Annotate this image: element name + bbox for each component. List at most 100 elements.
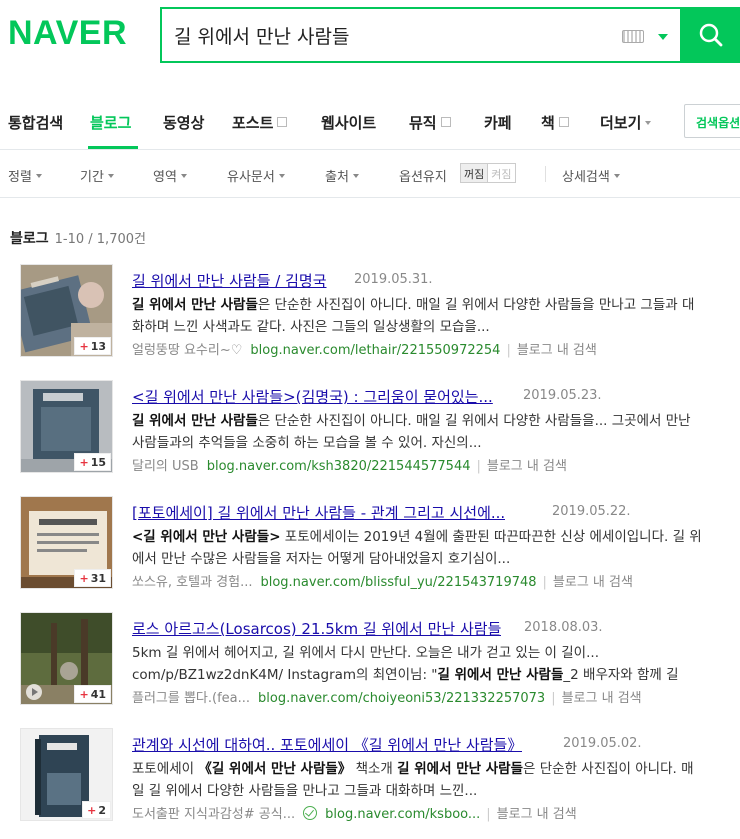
- chevron-down-icon: [180, 174, 187, 178]
- filter-bar: 정렬 기간 영역 유사문서 출처 옵션유지 꺼짐 켜짐 상세검색: [0, 150, 740, 198]
- result-title-link[interactable]: 관계와 시선에 대하여.. 포토에세이 《길 위에서 만난 사람들》: [132, 734, 522, 755]
- blog-url-link[interactable]: blog.naver.com/blissful_yu/221543719748: [260, 575, 536, 590]
- in-blog-search-link[interactable]: 블로그 내 검색: [497, 807, 577, 822]
- toggle-off-option[interactable]: 꺼짐: [461, 164, 489, 182]
- in-blog-search-link[interactable]: 블로그 내 검색: [553, 575, 633, 590]
- blog-author-link[interactable]: 쏘스유, 호텔과 경험...: [132, 575, 252, 590]
- in-blog-search-link[interactable]: 블로그 내 검색: [562, 691, 642, 706]
- result-thumbnail[interactable]: +41: [20, 612, 113, 705]
- filter-period-label: 기간: [80, 170, 104, 185]
- image-count-badge: +13: [74, 337, 111, 355]
- blog-author-link[interactable]: 달리의 USB: [132, 459, 199, 474]
- autocomplete-toggle-icon[interactable]: [658, 34, 668, 40]
- filter-detail[interactable]: 상세검색: [562, 166, 620, 185]
- tab-music[interactable]: 뮤직: [409, 112, 451, 133]
- result-title-link[interactable]: <길 위에서 만난 사람들>(김명국) : 그리움이 묻어있는...: [132, 386, 493, 407]
- section-title: 블로그: [10, 231, 49, 247]
- blog-result: +15 <길 위에서 만난 사람들>(김명국) : 그리움이 묻어있는... 2…: [0, 380, 740, 490]
- blog-author-link[interactable]: 얼렁뚱땅 요수리~♡: [132, 343, 242, 358]
- result-description: 포토에세이 《길 위에서 만난 사람들》 책소개 길 위에서 만난 사람들은 단…: [132, 758, 702, 802]
- in-blog-search-link[interactable]: 블로그 내 검색: [487, 459, 567, 474]
- result-date: 2018.08.03.: [524, 620, 603, 635]
- blog-result: +2 관계와 시선에 대하여.. 포토에세이 《길 위에서 만난 사람들》 20…: [0, 728, 740, 838]
- header: NAVER: [0, 0, 740, 88]
- result-count: 1-10 / 1,700건: [54, 232, 146, 247]
- result-thumbnail[interactable]: +31: [20, 496, 113, 589]
- search-icon: [699, 23, 723, 47]
- toggle-on-option[interactable]: 켜짐: [488, 164, 514, 182]
- tab-book-label: 책: [541, 114, 555, 132]
- image-count-badge: +2: [82, 801, 111, 819]
- blog-url-link[interactable]: blog.naver.com/ksboo...: [325, 807, 480, 822]
- result-date: 2019.05.02.: [563, 736, 642, 751]
- blog-url-link[interactable]: blog.naver.com/lethair/221550972254: [250, 343, 500, 358]
- filter-detail-label: 상세검색: [562, 170, 610, 185]
- blog-result: +31 [포토에세이] 길 위에서 만난 사람들 - 관계 그리고 시선에...…: [0, 496, 740, 606]
- highlight: 길 위에서 만난 사람들: [397, 761, 524, 777]
- blog-result: +13 길 위에서 만난 사람들 / 김명국 2019.05.31. 길 위에서…: [0, 264, 740, 374]
- naver-logo[interactable]: NAVER: [8, 14, 127, 53]
- highlight: 길 위에서 만난 사람들: [437, 667, 564, 683]
- search-tabs: 통합검색 블로그 동영상 포스트 웹사이트 뮤직 카페 책 더보기 검색옵션: [0, 96, 740, 150]
- filter-similar[interactable]: 유사문서: [227, 166, 285, 185]
- filter-period[interactable]: 기간: [80, 166, 114, 185]
- tab-total[interactable]: 통합검색: [8, 112, 63, 133]
- search-input[interactable]: [174, 19, 604, 51]
- highlight: 《길 위에서 만난 사람들》: [198, 761, 352, 777]
- chevron-down-icon: [645, 121, 652, 125]
- play-icon[interactable]: [26, 684, 42, 700]
- result-description: <길 위에서 만난 사람들> 포토에세이는 2019년 4월에 출판된 따끈따끈…: [132, 526, 702, 570]
- search-box: [160, 7, 682, 63]
- filter-area[interactable]: 영역: [153, 166, 187, 185]
- blog-author-link[interactable]: 플러그를 뽑다.(fea...: [132, 691, 250, 706]
- highlight: 길 위에서 만난 사람들: [132, 413, 258, 429]
- chevron-down-icon: [35, 174, 42, 178]
- result-title-link[interactable]: 로스 아르고스(Losarcos) 21.5km 길 위에서 만난 사람들: [132, 618, 501, 639]
- highlight: 길 위에서 만난 사람들: [132, 297, 258, 313]
- result-title-link[interactable]: 길 위에서 만난 사람들 / 김명국: [132, 270, 327, 291]
- chevron-down-icon: [352, 174, 359, 178]
- tab-music-label: 뮤직: [409, 114, 437, 132]
- result-date: 2019.05.23.: [523, 388, 602, 403]
- image-count-badge: +15: [74, 453, 111, 471]
- keep-option-toggle[interactable]: 꺼짐 켜짐: [460, 163, 516, 183]
- tab-cafe[interactable]: 카페: [484, 112, 512, 133]
- search-options-button[interactable]: 검색옵션: [684, 104, 740, 138]
- image-count: 31: [90, 572, 106, 585]
- result-meta: 얼렁뚱땅 요수리~♡ blog.naver.com/lethair/2215509…: [132, 343, 597, 358]
- filter-source[interactable]: 출처: [325, 166, 359, 185]
- blog-url-link[interactable]: blog.naver.com/ksh3820/221544577544: [207, 459, 471, 474]
- image-count-badge: +31: [74, 569, 111, 587]
- tab-blog[interactable]: 블로그: [90, 112, 131, 133]
- result-date: 2019.05.22.: [552, 504, 631, 519]
- tab-video[interactable]: 동영상: [163, 112, 204, 133]
- verified-check-icon: [303, 806, 318, 820]
- filter-area-label: 영역: [153, 170, 177, 185]
- filter-sort-label: 정렬: [8, 170, 32, 185]
- desc-text: 책소개: [351, 761, 398, 777]
- tab-website[interactable]: 웹사이트: [321, 112, 376, 133]
- tab-more[interactable]: 더보기: [600, 112, 652, 133]
- filter-sort[interactable]: 정렬: [8, 166, 42, 185]
- divider: [545, 166, 546, 182]
- result-title-link[interactable]: [포토에세이] 길 위에서 만난 사람들 - 관계 그리고 시선에...: [132, 502, 505, 523]
- result-date: 2019.05.31.: [354, 272, 433, 287]
- keyboard-icon[interactable]: [622, 30, 644, 43]
- result-meta: 쏘스유, 호텔과 경험... blog.naver.com/blissful_yu…: [132, 575, 633, 590]
- blog-url-link[interactable]: blog.naver.com/choiyeoni53/221332257073: [258, 691, 545, 706]
- tab-post[interactable]: 포스트: [232, 112, 288, 133]
- new-window-icon: [558, 117, 569, 127]
- result-thumbnail[interactable]: +13: [20, 264, 113, 357]
- tab-book[interactable]: 책: [541, 112, 569, 133]
- image-count: 15: [90, 456, 106, 469]
- highlight: <길 위에서 만난 사람들>: [132, 529, 281, 545]
- blog-author-link[interactable]: 도서출판 지식과감성# 공식...: [132, 807, 295, 822]
- search-button[interactable]: [682, 7, 740, 63]
- result-thumbnail[interactable]: +2: [20, 728, 113, 821]
- filter-keep-option: 옵션유지: [399, 170, 447, 185]
- section-header: 블로그 1-10 / 1,700건: [10, 228, 146, 248]
- in-blog-search-link[interactable]: 블로그 내 검색: [517, 343, 597, 358]
- new-window-icon: [277, 117, 288, 127]
- filter-similar-label: 유사문서: [227, 170, 275, 185]
- result-thumbnail[interactable]: +15: [20, 380, 113, 473]
